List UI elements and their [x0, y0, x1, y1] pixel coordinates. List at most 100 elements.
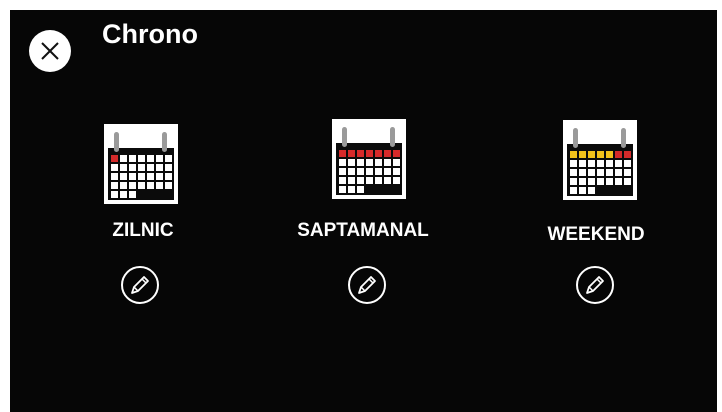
- close-button[interactable]: [29, 30, 71, 72]
- calendar-day-cell: [393, 177, 400, 184]
- calendar-day-cell: [348, 186, 355, 193]
- calendar-day-cell: [357, 168, 364, 175]
- calendar-day-cell: [615, 160, 622, 167]
- calendar-day-cell: [357, 159, 364, 166]
- calendar-day-cell: [570, 169, 577, 176]
- calendar-day-cell: [366, 150, 373, 157]
- calendar-day-cell: [384, 159, 391, 166]
- calendar-day-cell: [597, 178, 604, 185]
- calendar-day-cell: [375, 159, 382, 166]
- calendar-day-cell: [357, 177, 364, 184]
- calendar-day-cell: [393, 150, 400, 157]
- calendar-day-cell: [366, 177, 373, 184]
- calendar-day-cell: [339, 168, 346, 175]
- calendar-day-cell: [111, 191, 118, 198]
- calendar-day-cell: [339, 186, 346, 193]
- calendar-day-cell: [138, 182, 145, 189]
- calendar-day-cell: [615, 178, 622, 185]
- calendar-day-cell: [393, 168, 400, 175]
- calendar-day-cell: [615, 151, 622, 158]
- calendar-day-cell: [375, 168, 382, 175]
- pencil-icon: [576, 266, 614, 304]
- calendar-day-cell: [165, 155, 172, 162]
- edit-weekly-button[interactable]: [347, 265, 387, 305]
- calendar-day-cell: [597, 169, 604, 176]
- calendar-icon: [336, 127, 402, 195]
- close-icon: [41, 42, 59, 60]
- chrono-screen: Chrono ZILNIC SAPTAMANAL WEEKEND: [10, 10, 717, 412]
- calendar-day-cell: [579, 187, 586, 194]
- calendar-day-cell: [570, 160, 577, 167]
- calendar-day-cell: [570, 187, 577, 194]
- calendar-day-cell: [615, 169, 622, 176]
- calendar-day-cell: [120, 155, 127, 162]
- edit-daily-button[interactable]: [120, 265, 160, 305]
- calendar-day-cell: [588, 178, 595, 185]
- calendar-day-cell: [129, 173, 136, 180]
- calendar-day-cell: [111, 164, 118, 171]
- calendar-day-cell: [129, 191, 136, 198]
- calendar-day-cell: [588, 187, 595, 194]
- calendar-day-cell: [597, 151, 604, 158]
- calendar-day-cell: [111, 155, 118, 162]
- calendar-day-cell: [156, 155, 163, 162]
- calendar-day-cell: [579, 151, 586, 158]
- calendar-day-cell: [348, 168, 355, 175]
- calendar-icon-daily[interactable]: [104, 124, 178, 204]
- calendar-day-cell: [111, 173, 118, 180]
- calendar-icon: [108, 132, 174, 200]
- calendar-day-cell: [138, 164, 145, 171]
- calendar-day-cell: [165, 182, 172, 189]
- calendar-day-cell: [357, 150, 364, 157]
- calendar-day-cell: [606, 178, 613, 185]
- calendar-day-cell: [579, 169, 586, 176]
- calendar-day-cell: [384, 168, 391, 175]
- calendar-day-cell: [339, 177, 346, 184]
- mode-label-weekly: SAPTAMANAL: [297, 220, 429, 241]
- calendar-day-cell: [366, 159, 373, 166]
- calendar-day-cell: [384, 177, 391, 184]
- edit-weekend-button[interactable]: [575, 265, 615, 305]
- calendar-day-cell: [156, 173, 163, 180]
- pencil-icon: [121, 266, 159, 304]
- calendar-day-cell: [147, 182, 154, 189]
- calendar-day-cell: [366, 168, 373, 175]
- calendar-day-cell: [606, 169, 613, 176]
- calendar-day-cell: [111, 182, 118, 189]
- calendar-day-cell: [339, 159, 346, 166]
- calendar-day-cell: [588, 151, 595, 158]
- calendar-day-cell: [375, 150, 382, 157]
- calendar-day-cell: [606, 151, 613, 158]
- calendar-day-cell: [606, 160, 613, 167]
- calendar-day-cell: [624, 178, 631, 185]
- calendar-day-cell: [570, 151, 577, 158]
- calendar-day-cell: [570, 178, 577, 185]
- calendar-day-cell: [147, 173, 154, 180]
- calendar-day-cell: [339, 150, 346, 157]
- app-title: Chrono: [102, 19, 198, 49]
- calendar-day-cell: [624, 160, 631, 167]
- calendar-day-cell: [156, 164, 163, 171]
- calendar-icon: [567, 128, 633, 196]
- calendar-icon-weekend[interactable]: [563, 120, 637, 200]
- calendar-day-cell: [588, 160, 595, 167]
- calendar-day-cell: [588, 169, 595, 176]
- calendar-day-cell: [120, 191, 127, 198]
- calendar-day-cell: [120, 182, 127, 189]
- calendar-day-cell: [120, 164, 127, 171]
- calendar-day-cell: [129, 155, 136, 162]
- calendar-day-cell: [348, 150, 355, 157]
- calendar-day-cell: [624, 169, 631, 176]
- calendar-day-cell: [129, 164, 136, 171]
- calendar-day-cell: [624, 151, 631, 158]
- calendar-day-cell: [165, 173, 172, 180]
- calendar-day-cell: [147, 164, 154, 171]
- calendar-day-cell: [156, 182, 163, 189]
- calendar-day-cell: [579, 160, 586, 167]
- calendar-day-cell: [165, 164, 172, 171]
- calendar-day-cell: [375, 177, 382, 184]
- calendar-day-cell: [384, 150, 391, 157]
- calendar-day-cell: [393, 159, 400, 166]
- calendar-day-cell: [357, 186, 364, 193]
- calendar-icon-weekly[interactable]: [332, 119, 406, 199]
